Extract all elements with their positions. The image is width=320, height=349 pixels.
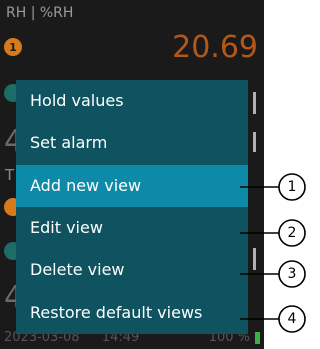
callout-number-4: 4 xyxy=(288,311,297,327)
callout-number-1: 1 xyxy=(288,179,297,195)
callout-number-2: 2 xyxy=(288,225,297,241)
callout-overlay: 1 2 3 4 xyxy=(240,173,306,333)
callout-number-3: 3 xyxy=(288,266,297,282)
